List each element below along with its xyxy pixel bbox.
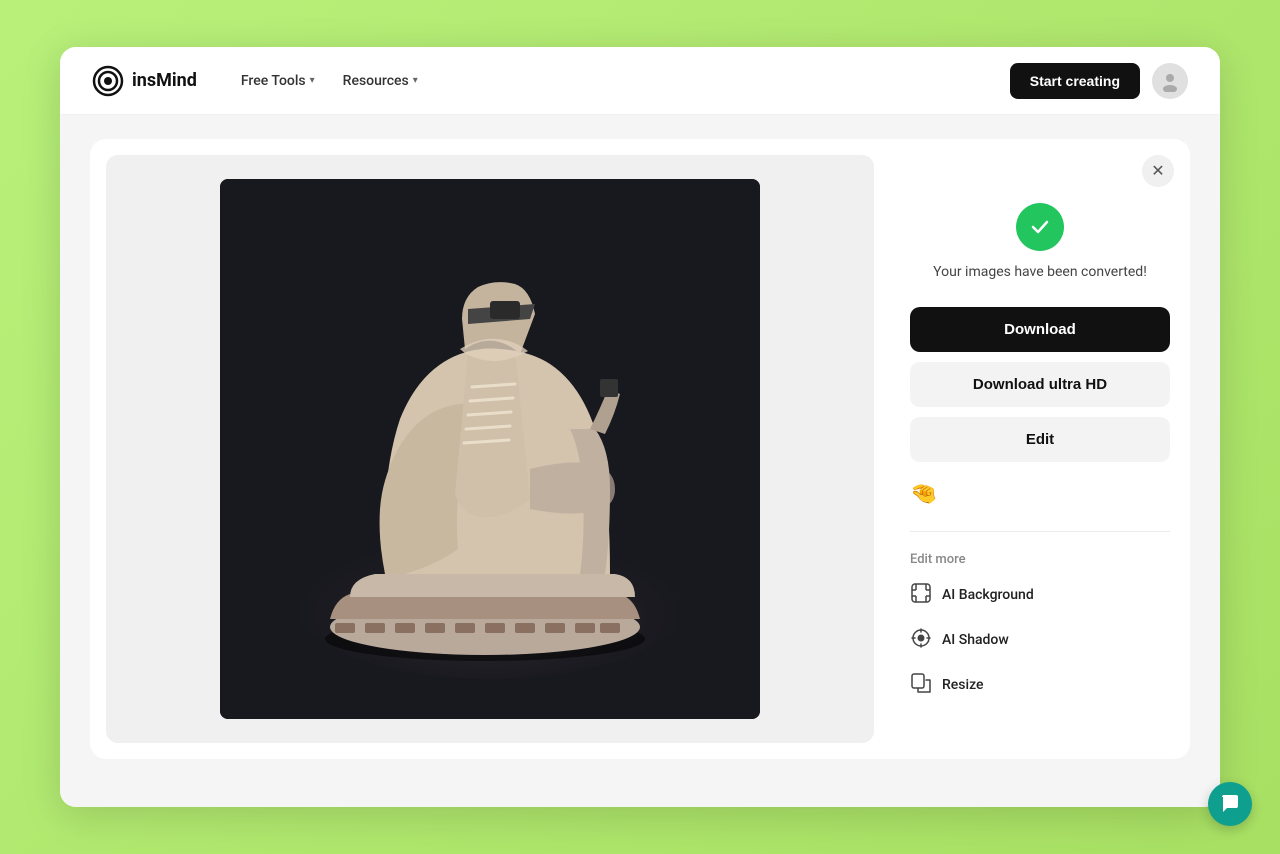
action-panel: ✕ Your images have been converted! Downl… (890, 139, 1190, 759)
resize-icon (910, 673, 932, 698)
download-button[interactable]: Download (910, 307, 1170, 352)
edit-more-label: Edit more (910, 552, 1170, 567)
nav-resources[interactable]: Resources ▾ (331, 65, 430, 97)
logo-area: insMind (92, 65, 197, 97)
main-content: ✕ Your images have been converted! Downl… (60, 115, 1220, 807)
main-nav: Free Tools ▾ Resources ▾ (229, 65, 1010, 97)
ai-shadow-label: AI Shadow (942, 632, 1009, 648)
ai-shadow-item[interactable]: AI Shadow (910, 624, 1170, 657)
success-message: Your images have been converted! (933, 263, 1147, 283)
ai-background-label: AI Background (942, 587, 1034, 603)
nav-free-tools-label: Free Tools (241, 73, 306, 89)
image-area (106, 155, 874, 743)
logo-text: insMind (132, 70, 197, 91)
ai-background-item[interactable]: AI Background (910, 579, 1170, 612)
nav-resources-label: Resources (343, 73, 409, 89)
header-right: Start creating (1010, 63, 1188, 99)
start-creating-button[interactable]: Start creating (1010, 63, 1140, 99)
shoe-illustration (220, 179, 760, 719)
chat-widget[interactable] (1208, 782, 1252, 826)
close-button[interactable]: ✕ (1142, 155, 1174, 187)
hand-icon: 🤏 (910, 482, 937, 507)
resize-item[interactable]: Resize (910, 669, 1170, 702)
ai-background-icon (910, 583, 932, 608)
nav-free-tools[interactable]: Free Tools ▾ (229, 65, 327, 97)
edit-button[interactable]: Edit (910, 417, 1170, 462)
header: insMind Free Tools ▾ Resources ▾ Start c… (60, 47, 1220, 115)
edit-more-section: Edit more (910, 552, 1170, 702)
chevron-down-icon: ▾ (310, 75, 315, 86)
divider (910, 531, 1170, 532)
success-icon (1016, 203, 1064, 251)
ai-shadow-icon (910, 628, 932, 653)
hand-icon-area: 🤏 (910, 478, 1170, 511)
avatar[interactable] (1152, 63, 1188, 99)
product-image (220, 179, 760, 719)
content-card: ✕ Your images have been converted! Downl… (90, 139, 1190, 759)
logo-icon (92, 65, 124, 97)
actions-section: Download Download ultra HD Edit (910, 307, 1170, 462)
download-hd-button[interactable]: Download ultra HD (910, 362, 1170, 407)
success-section: Your images have been converted! (910, 163, 1170, 291)
resize-label: Resize (942, 677, 984, 693)
app-window: insMind Free Tools ▾ Resources ▾ Start c… (60, 47, 1220, 807)
chevron-down-icon: ▾ (413, 75, 418, 86)
